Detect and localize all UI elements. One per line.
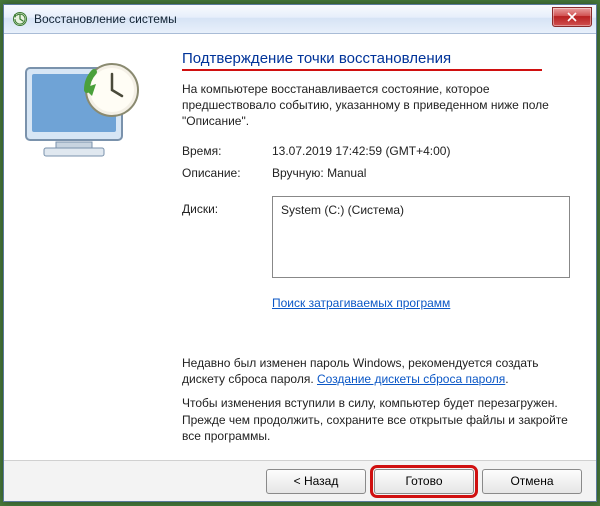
right-column: Подтверждение точки восстановления На ко… [182, 48, 580, 452]
cancel-button[interactable]: Отмена [482, 469, 582, 494]
description-row: Описание: Вручную: Manual [182, 166, 580, 180]
intro-text: На компьютере восстанавливается состояни… [182, 81, 562, 130]
button-bar: < Назад Готово Отмена [4, 460, 596, 501]
finish-button[interactable]: Готово [374, 469, 474, 494]
time-label: Время: [182, 144, 272, 158]
title-bar[interactable]: Восстановление системы [4, 5, 596, 34]
disks-label: Диски: [182, 196, 272, 278]
close-icon [567, 12, 577, 22]
scan-affected-programs-link[interactable]: Поиск затрагиваемых программ [272, 296, 580, 310]
restore-monitor-icon [20, 54, 150, 164]
time-row: Время: 13.07.2019 17:42:59 (GMT+4:00) [182, 144, 580, 158]
dialog-body: Подтверждение точки восстановления На ко… [4, 34, 596, 460]
scan-link-text[interactable]: Поиск затрагиваемых программ [272, 296, 450, 310]
left-column [20, 48, 170, 452]
app-icon [12, 11, 28, 27]
heading-underline [182, 69, 542, 71]
password-note: Недавно был изменен пароль Windows, реко… [182, 355, 580, 387]
description-value: Вручную: Manual [272, 166, 366, 180]
create-password-disk-link[interactable]: Создание дискеты сброса пароля [317, 372, 505, 386]
page-heading: Подтверждение точки восстановления [182, 50, 580, 67]
disks-list: System (C:) (Система) [272, 196, 570, 278]
system-restore-window: Восстановление системы Подтверждение точ… [3, 4, 597, 502]
disk-item: System (C:) (Система) [281, 203, 404, 217]
description-label: Описание: [182, 166, 272, 180]
restart-warning: Чтобы изменения вступили в силу, компьют… [182, 395, 580, 444]
notes-section: Недавно был изменен пароль Windows, реко… [182, 355, 580, 452]
time-value: 13.07.2019 17:42:59 (GMT+4:00) [272, 144, 450, 158]
close-button[interactable] [552, 7, 592, 27]
back-button[interactable]: < Назад [266, 469, 366, 494]
disks-row: Диски: System (C:) (Система) [182, 196, 580, 278]
window-title: Восстановление системы [34, 12, 177, 26]
